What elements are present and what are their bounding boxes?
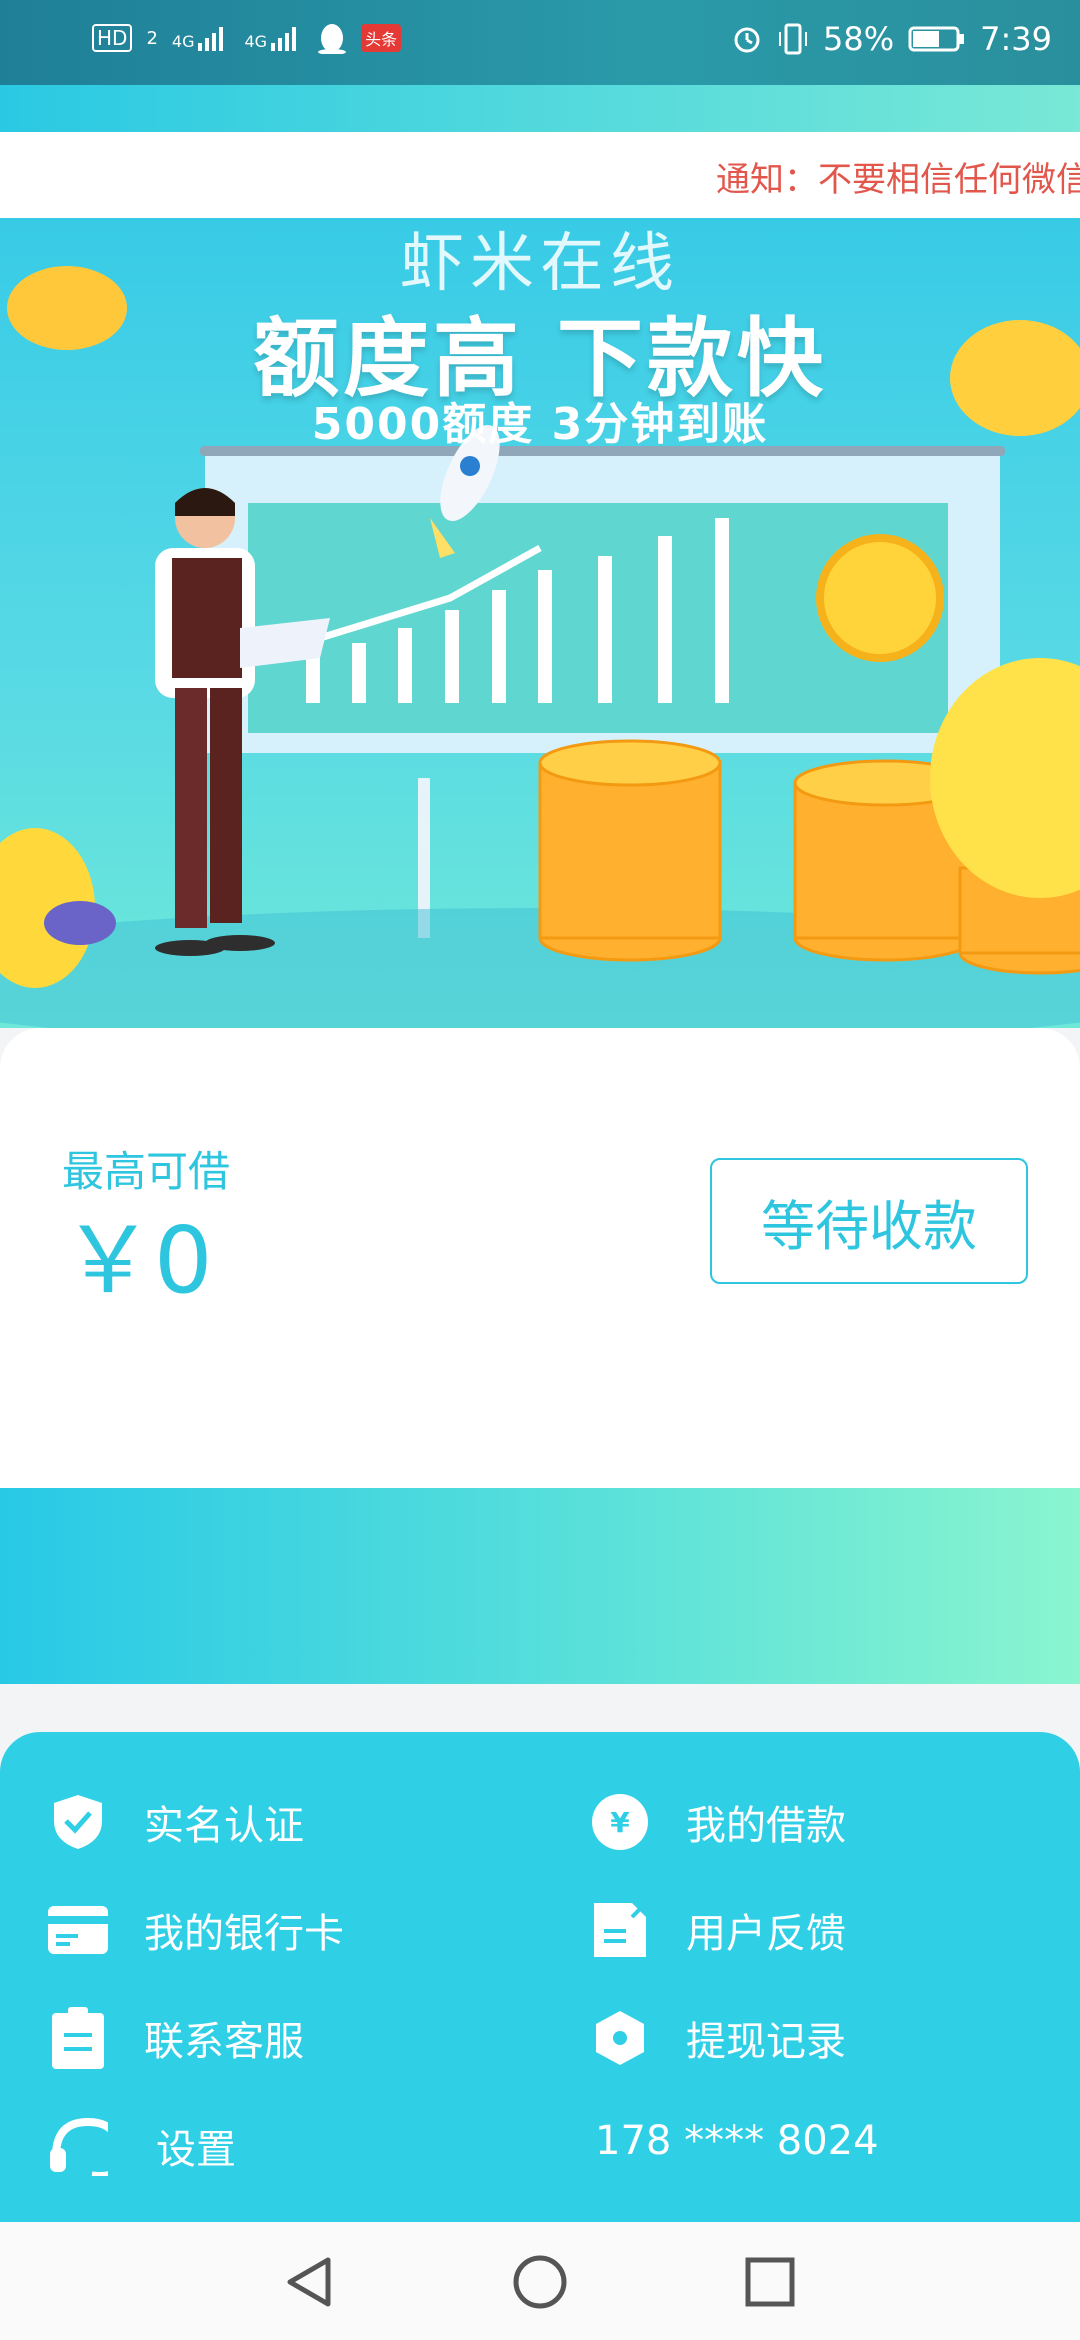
wait-payment-button[interactable]: 等待收款 — [710, 1158, 1028, 1284]
hd-badge: HD — [92, 24, 133, 52]
function-menu: 实名认证 ¥ 我的借款 我的银行卡 用户反馈 联系客服 提现记录 设置 178 … — [0, 1732, 1080, 2222]
network-signal-1: 4G — [172, 25, 231, 51]
menu-item-label: 实名认证 — [144, 1803, 304, 1849]
clock: 7:39 — [980, 20, 1052, 58]
clipboard-icon — [48, 2007, 108, 2069]
menu-item-label: 我的借款 — [686, 1803, 846, 1849]
feedback-icon — [590, 1900, 650, 1960]
menu-item-feedback[interactable]: 用户反馈 — [590, 1900, 846, 1960]
alarm-icon — [734, 27, 760, 53]
notice-bar: 通知：不要相信任何微信 — [0, 132, 1080, 218]
signal-icon — [271, 27, 297, 51]
toutiao-badge: 头条 — [361, 24, 402, 52]
loan-card: 最高可借 ￥0 等待收款 — [0, 1028, 1080, 1488]
signal-icon — [198, 27, 224, 51]
vibrate-icon — [779, 23, 808, 55]
system-navbar — [0, 2222, 1080, 2340]
battery-icon — [908, 26, 965, 52]
menu-item-label: 提现记录 — [686, 2019, 846, 2065]
menu-item-label: 用户反馈 — [686, 1911, 846, 1957]
menu-item-label: 联系客服 — [144, 2019, 304, 2065]
qq-penguin-icon — [318, 24, 347, 54]
network-signal-2: 4G — [244, 25, 303, 51]
home-circle-icon[interactable] — [510, 2252, 570, 2312]
hexagon-icon — [590, 2008, 650, 2068]
menu-item-withdraw-record[interactable]: 提现记录 — [590, 2008, 846, 2068]
header-gradient — [0, 85, 1080, 132]
bank-card-icon — [48, 1900, 108, 1960]
user-phone: 178 **** 8024 — [595, 2118, 879, 2164]
gradient-strip — [0, 1488, 1080, 1684]
menu-item-settings[interactable]: 设置 — [48, 2116, 236, 2176]
sim-number: 2 — [146, 27, 158, 49]
menu-item-real-name[interactable]: 实名认证 — [48, 1792, 304, 1852]
max-borrow-amount: ￥0 — [62, 1207, 213, 1314]
status-bar: HD 2 4G 4G 头条 58% 7:39 — [0, 0, 1080, 85]
menu-item-bank-card[interactable]: 我的银行卡 — [48, 1900, 344, 1960]
back-triangle-icon[interactable] — [280, 2252, 340, 2312]
status-left: HD 2 4G 4G 头条 — [92, 22, 402, 54]
yen-icon: ¥ — [590, 1792, 650, 1852]
status-right: 58% 7:39 — [731, 20, 1052, 58]
shield-check-icon — [48, 1792, 108, 1852]
headset-icon — [48, 2116, 108, 2176]
recents-square-icon[interactable] — [740, 2252, 800, 2312]
menu-item-label: 设置 — [156, 2127, 236, 2173]
svg-text:¥: ¥ — [610, 1806, 630, 1839]
menu-item-my-loan[interactable]: ¥ 我的借款 — [590, 1792, 846, 1852]
promo-banner[interactable]: 虾米在线 额度高 下款快 5000额度 3分钟到账 — [0, 218, 1080, 1028]
battery-percent: 58% — [823, 20, 895, 58]
notice-text: 通知：不要相信任何微信 — [716, 160, 1080, 200]
menu-item-customer-service[interactable]: 联系客服 — [48, 2007, 304, 2069]
menu-item-label: 我的银行卡 — [144, 1911, 344, 1957]
banner-subtitle: 5000额度 3分钟到账 — [311, 399, 769, 450]
